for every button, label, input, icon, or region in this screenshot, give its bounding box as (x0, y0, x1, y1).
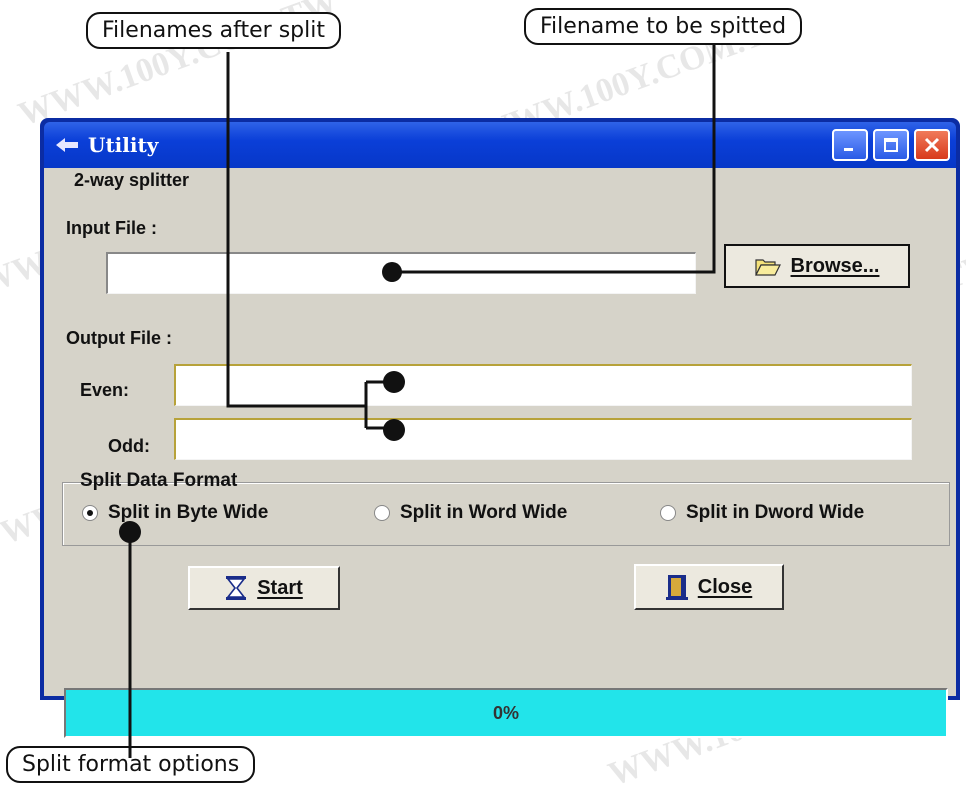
odd-output-field[interactable] (174, 418, 912, 460)
radio-button[interactable] (82, 505, 98, 521)
close-window-button[interactable] (914, 129, 950, 161)
callout-filename-to-split: Filename to be spitted (524, 8, 803, 45)
output-file-label: Output File : (66, 328, 172, 348)
input-file-label: Input File : (66, 218, 157, 238)
utility-window: Utility 2-way splitter Input File : Brow… (40, 118, 960, 738)
split-format-title: Split Data Format (80, 470, 238, 491)
close-label: Close (697, 575, 753, 598)
input-file-field[interactable] (106, 252, 696, 294)
odd-label: Odd: (108, 436, 150, 456)
even-output-field[interactable] (174, 364, 912, 406)
radio-label: Split in Word Wide (400, 502, 568, 523)
start-button[interactable]: Start (188, 566, 340, 610)
close-button[interactable]: Close (634, 564, 784, 610)
progress-bar: 0% (64, 688, 948, 738)
title-bar[interactable]: Utility (44, 122, 956, 168)
maximize-button[interactable] (873, 129, 909, 161)
browse-label: Browse... (790, 254, 880, 277)
radio-button[interactable] (374, 505, 390, 521)
window-title: Utility (88, 133, 159, 157)
maximize-icon (884, 138, 898, 152)
radio-byte-wide[interactable]: Split in Byte Wide (82, 502, 268, 524)
progress-text: 0% (492, 702, 519, 723)
close-icon (924, 137, 940, 153)
hourglass-icon (226, 576, 247, 600)
radio-label: Split in Dword Wide (686, 502, 865, 523)
callout-filenames-after-split: Filenames after split (86, 12, 341, 49)
minimize-button[interactable] (832, 129, 868, 161)
radio-dword-wide[interactable]: Split in Dword Wide (660, 502, 864, 524)
radio-label: Split in Byte Wide (108, 502, 269, 523)
app-arrow-icon (56, 138, 78, 152)
browse-button[interactable]: Browse... (724, 244, 910, 288)
group-title: 2-way splitter (74, 170, 190, 190)
even-label: Even: (80, 380, 130, 400)
folder-open-icon (754, 259, 781, 276)
radio-word-wide[interactable]: Split in Word Wide (374, 502, 567, 524)
start-label: Start (257, 576, 303, 599)
minimize-icon (844, 148, 853, 151)
dialog-client-area: 2-way splitter Input File : Browse... Ou… (44, 168, 956, 738)
callout-split-format-options: Split format options (6, 746, 256, 783)
radio-button[interactable] (660, 505, 676, 521)
door-exit-icon (665, 575, 688, 600)
